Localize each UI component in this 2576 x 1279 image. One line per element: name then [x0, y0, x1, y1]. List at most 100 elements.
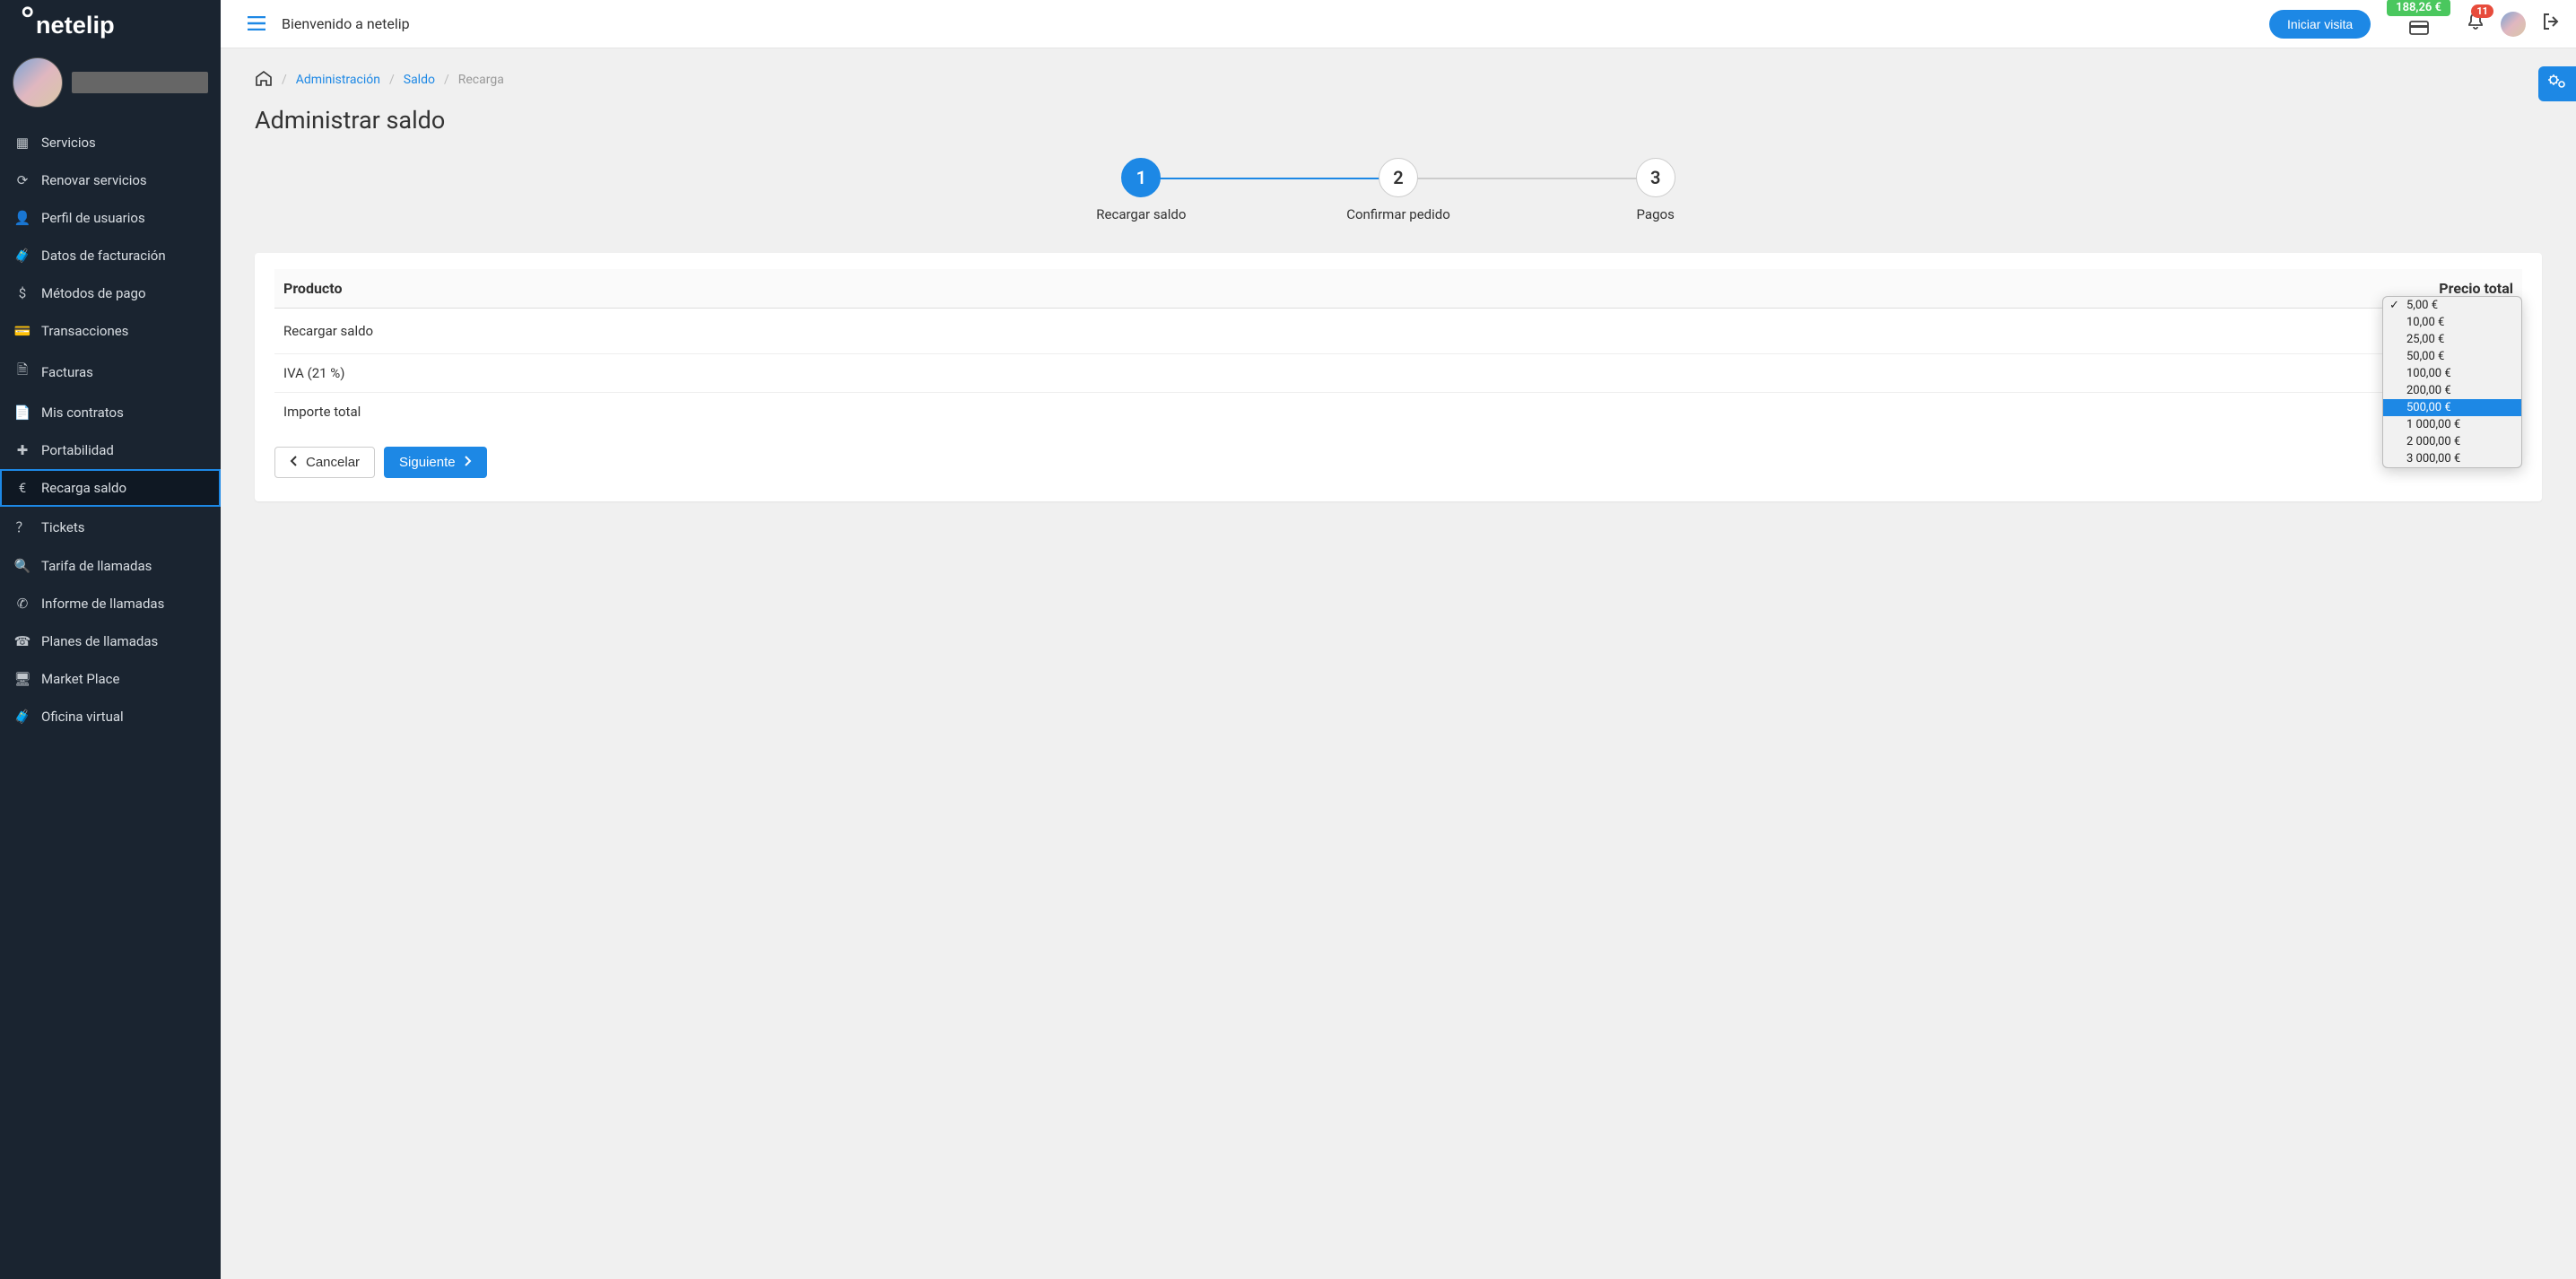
brand-logo[interactable]: netelip [0, 0, 221, 57]
dropdown-option[interactable]: 500,00 € [2383, 399, 2521, 416]
avatar[interactable] [13, 57, 63, 108]
dropdown-option[interactable]: 25,00 € [2383, 331, 2521, 348]
sidebar-item-label: Oficina virtual [41, 709, 124, 725]
start-visit-button[interactable]: Iniciar visita [2269, 10, 2371, 39]
refresh-icon: ⟳ [14, 172, 30, 188]
sidebar-item-tarifa-de-llamadas[interactable]: 🔍 Tarifa de llamadas [0, 547, 221, 585]
sidebar-item-renovar-servicios[interactable]: ⟳Renovar servicios [0, 161, 221, 199]
page-title: Administrar saldo [255, 106, 2542, 135]
breadcrumb-current: Recarga [458, 73, 504, 87]
home-icon[interactable] [255, 70, 273, 90]
dropdown-option[interactable]: 1 000,00 € [2383, 416, 2521, 433]
sidebar-item-mis-contratos[interactable]: 📄 Mis contratos [0, 394, 221, 431]
sidebar-item-label: Informe de llamadas [41, 596, 164, 612]
cancel-button[interactable]: Cancelar [274, 447, 375, 478]
step-2[interactable]: 2 Confirmar pedido [1270, 158, 1527, 222]
next-label: Siguiente [399, 455, 456, 470]
row-recharge-label: Recargar saldo [274, 309, 1274, 354]
sidebar-item-transacciones[interactable]: 💳 Transacciones [0, 312, 221, 350]
sidebar-item-métodos-de-pago[interactable]: $ Métodos de pago [0, 274, 221, 312]
sidebar-item-label: Mis contratos [41, 405, 124, 421]
bell-icon[interactable]: 11 [2467, 12, 2485, 36]
topbar: Bienvenido a netelip Iniciar visita 188,… [221, 0, 2576, 48]
step-1-circle: 1 [1121, 158, 1161, 197]
amount-dropdown-popup[interactable]: 5,00 €10,00 €25,00 €50,00 €100,00 €200,0… [2382, 296, 2522, 468]
row-iva-label: IVA (21 %) [274, 354, 1274, 393]
sidebar-item-label: Datos de facturación [41, 248, 166, 264]
svg-text:netelip: netelip [36, 11, 115, 39]
row-total-label: Importe total [274, 393, 1274, 431]
sidebar-item-label: Métodos de pago [41, 285, 146, 301]
sidebar-item-servicios[interactable]: ▦Servicios [0, 124, 221, 161]
sidebar-nav: ▦Servicios⟳Renovar servicios 👤 Perfil de u… [0, 124, 221, 735]
breadcrumb: / Administración / Saldo / Recarga [255, 70, 2542, 90]
cancel-label: Cancelar [306, 455, 360, 470]
sidebar-item-label: Perfil de usuarios [41, 210, 145, 226]
hamburger-icon[interactable] [248, 13, 265, 35]
logout-icon[interactable] [2542, 13, 2560, 35]
sidebar-item-perfil-de-usuarios[interactable]: 👤 Perfil de usuarios [0, 199, 221, 237]
chevron-left-icon [290, 455, 299, 470]
row-iva-value: € [1274, 354, 2522, 393]
briefcase-icon: 🧳 [14, 248, 30, 264]
dropdown-option[interactable]: 5,00 € [2383, 297, 2521, 314]
next-button[interactable]: Siguiente [384, 447, 487, 478]
step-3[interactable]: 3 Pagos [1527, 158, 1784, 222]
row-total-value: € [1274, 393, 2522, 431]
sidebar-item-facturas[interactable]: 🗎 Facturas [0, 350, 221, 394]
dropdown-option[interactable]: 200,00 € [2383, 382, 2521, 399]
dropdown-option[interactable]: 100,00 € [2383, 365, 2521, 382]
dropdown-option[interactable]: 3 000,00 € [2383, 450, 2521, 467]
sidebar-item-label: Tarifa de llamadas [41, 558, 152, 574]
sidebar: netelip ▦Servicios⟳Renovar servicios 👤 Per… [0, 0, 221, 1279]
steps-wizard: 1 Recargar saldo 2 Confirmar pedido 3 Pa… [995, 158, 1802, 222]
table-row: IVA (21 %) € [274, 354, 2522, 393]
gears-icon [2547, 75, 2567, 94]
table-row: Recargar saldo 5,00 € ▲▼ [274, 309, 2522, 354]
table-row: Importe total € [274, 393, 2522, 431]
sidebar-item-market-place[interactable]: 🖥Market Place [0, 660, 221, 698]
user-icon: 👤 [14, 210, 30, 226]
sidebar-item-recarga-saldo[interactable]: €Recarga saldo [0, 469, 221, 507]
user-block [0, 57, 221, 124]
step-1[interactable]: 1 Recargar saldo [1013, 158, 1270, 222]
file-icon: 📄 [14, 405, 30, 421]
sidebar-item-label: Transacciones [41, 323, 128, 339]
settings-tab[interactable] [2538, 66, 2576, 101]
sidebar-item-oficina-virtual[interactable]: 🧳 Oficina virtual [0, 698, 221, 735]
plus-icon: ✚ [14, 442, 30, 458]
step-3-label: Pagos [1637, 206, 1675, 222]
notification-badge: 11 [2471, 4, 2493, 18]
sidebar-item-datos-de-facturación[interactable]: 🧳 Datos de facturación [0, 237, 221, 274]
sidebar-item-planes-de-llamadas[interactable]: ☎ Planes de llamadas [0, 622, 221, 660]
sidebar-item-label: Facturas [41, 364, 93, 380]
step-3-circle: 3 [1636, 158, 1675, 197]
sidebar-item-tickets[interactable]: ？ Tickets [0, 507, 221, 547]
chevron-right-icon [463, 455, 472, 470]
balance-block[interactable]: 188,26 € [2387, 8, 2450, 39]
avatar-small[interactable] [2501, 12, 2526, 37]
sidebar-item-label: Portabilidad [41, 442, 114, 458]
sidebar-item-portabilidad[interactable]: ✚ Portabilidad [0, 431, 221, 469]
help-icon: ？ [14, 518, 30, 536]
breadcrumb-admin[interactable]: Administración [296, 73, 380, 87]
document-icon: 🗎 [14, 361, 30, 383]
step-2-label: Confirmar pedido [1346, 206, 1450, 222]
credit-card-icon [2409, 18, 2429, 39]
welcome-text: Bienvenido a netelip [282, 15, 410, 32]
sidebar-item-label: Planes de llamadas [41, 633, 158, 649]
briefcase-icon: 🧳 [14, 709, 30, 725]
dropdown-option[interactable]: 2 000,00 € [2383, 433, 2521, 450]
euro-icon: € [14, 480, 30, 496]
dropdown-option[interactable]: 50,00 € [2383, 348, 2521, 365]
recharge-panel: Producto Precio total Recargar saldo 5,0… [255, 253, 2542, 501]
grid-icon: ▦ [14, 135, 30, 151]
card-icon: 💳 [14, 323, 30, 339]
breadcrumb-saldo[interactable]: Saldo [404, 73, 435, 87]
dollar-icon: $ [14, 285, 30, 301]
sidebar-item-informe-de-llamadas[interactable]: ✆Informe de llamadas [0, 585, 221, 622]
dropdown-option[interactable]: 10,00 € [2383, 314, 2521, 331]
plan-icon: ☎ [14, 633, 30, 649]
search-icon: 🔍 [14, 558, 30, 574]
sidebar-item-label: Tickets [41, 519, 85, 535]
